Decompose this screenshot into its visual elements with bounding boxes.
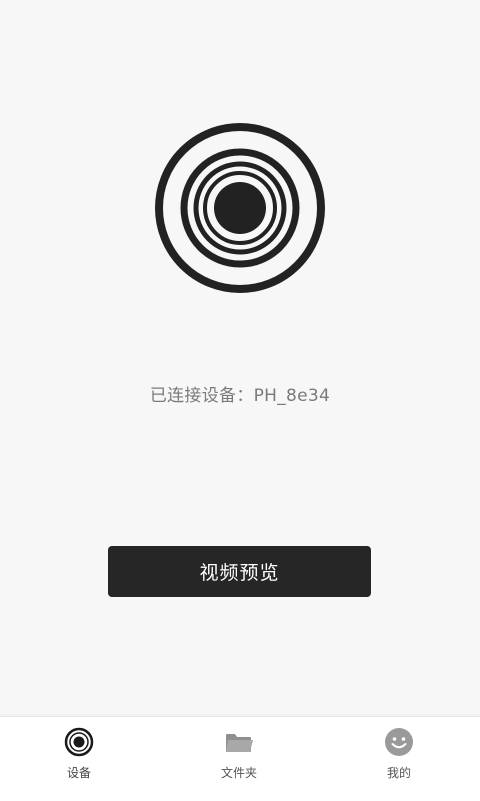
tab-device[interactable]: 设备 bbox=[24, 717, 134, 801]
camera-lens-logo-icon bbox=[155, 123, 325, 293]
tab-device-label: 设备 bbox=[66, 766, 91, 780]
video-preview-button[interactable]: 视频预览 bbox=[108, 546, 371, 597]
bottom-tab-bar: 设备 文件夹 我的 bbox=[0, 716, 480, 801]
folder-icon bbox=[226, 734, 253, 752]
tab-folder-label: 文件夹 bbox=[220, 766, 257, 780]
tab-mine-label: 我的 bbox=[386, 766, 411, 780]
device-page: 已连接设备：PH_8e34 视频预览 bbox=[0, 0, 480, 716]
smiley-face-icon bbox=[385, 728, 413, 756]
tab-folder[interactable]: 文件夹 bbox=[184, 717, 294, 801]
camera-lens-icon bbox=[64, 727, 94, 757]
tab-mine[interactable]: 我的 bbox=[344, 717, 454, 801]
connected-device-status: 已连接设备：PH_8e34 bbox=[149, 386, 331, 406]
